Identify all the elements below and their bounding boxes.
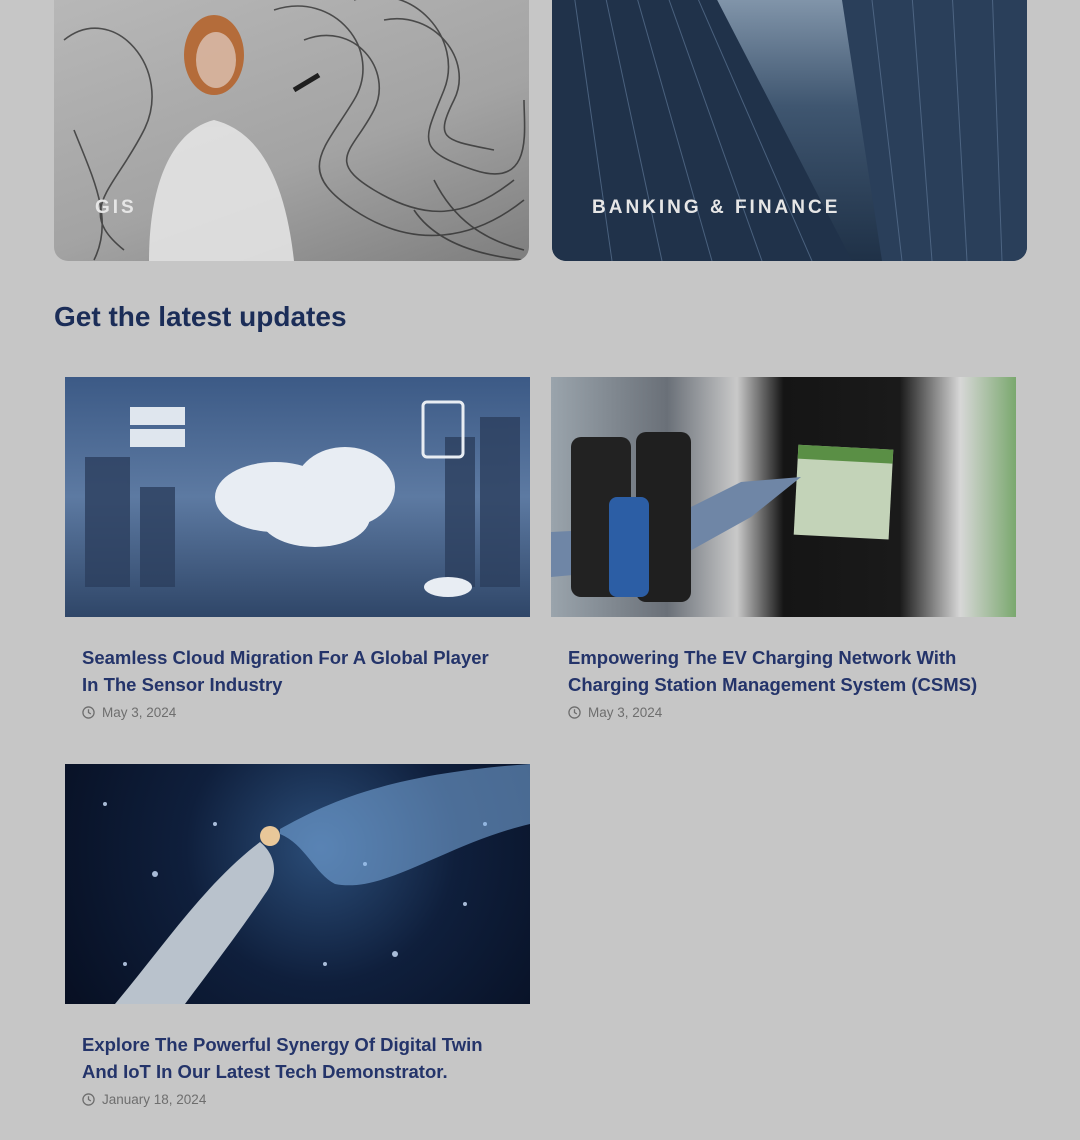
post-image-ev-charging[interactable]	[551, 377, 1016, 617]
clock-icon	[82, 1093, 95, 1106]
post-image-cloud-migration[interactable]	[65, 377, 530, 617]
clock-icon	[568, 706, 581, 719]
post-date-text: May 3, 2024	[588, 705, 663, 720]
page: GIS BANKING & FINANCE Get the latest upd…	[0, 0, 1080, 1140]
post-title-line: Empowering The EV Charging Network With	[568, 647, 957, 668]
post-title-ev-charging[interactable]: Empowering The EV Charging Network With …	[568, 644, 1008, 698]
post-title-line: In The Sensor Industry	[82, 674, 283, 695]
post-title-cloud-migration[interactable]: Seamless Cloud Migration For A Global Pl…	[82, 644, 522, 698]
skyscrapers-image	[552, 0, 1027, 261]
contour-lines-image	[63, 0, 526, 261]
post-date: May 3, 2024	[82, 705, 176, 720]
robot-human-hands-illustration	[103, 764, 530, 1004]
post-title-line: And IoT In Our Latest Tech Demonstrator.	[82, 1061, 448, 1082]
clock-icon	[82, 706, 95, 719]
industry-label: BANKING & FINANCE	[592, 197, 841, 218]
industry-label: GIS	[95, 197, 137, 218]
post-date: January 18, 2024	[82, 1092, 206, 1107]
post-date: May 3, 2024	[568, 705, 662, 720]
woman-figure	[149, 15, 321, 261]
industry-card-gis[interactable]: GIS	[54, 0, 529, 261]
industry-card-banking-finance[interactable]: BANKING & FINANCE	[552, 0, 1027, 261]
post-date-text: May 3, 2024	[102, 705, 177, 720]
ev-charger-illustration	[551, 432, 894, 602]
cloud-illustration	[85, 400, 520, 597]
post-date-text: January 18, 2024	[102, 1092, 207, 1107]
section-title: Get the latest updates	[54, 301, 347, 332]
post-title-line: Explore The Powerful Synergy Of Digital …	[82, 1034, 483, 1055]
post-title-digital-twin[interactable]: Explore The Powerful Synergy Of Digital …	[82, 1031, 522, 1085]
post-image-digital-twin[interactable]	[65, 764, 530, 1004]
post-title-line: Seamless Cloud Migration For A Global Pl…	[82, 647, 489, 668]
post-title-line: Charging Station Management System (CSMS…	[568, 674, 978, 695]
